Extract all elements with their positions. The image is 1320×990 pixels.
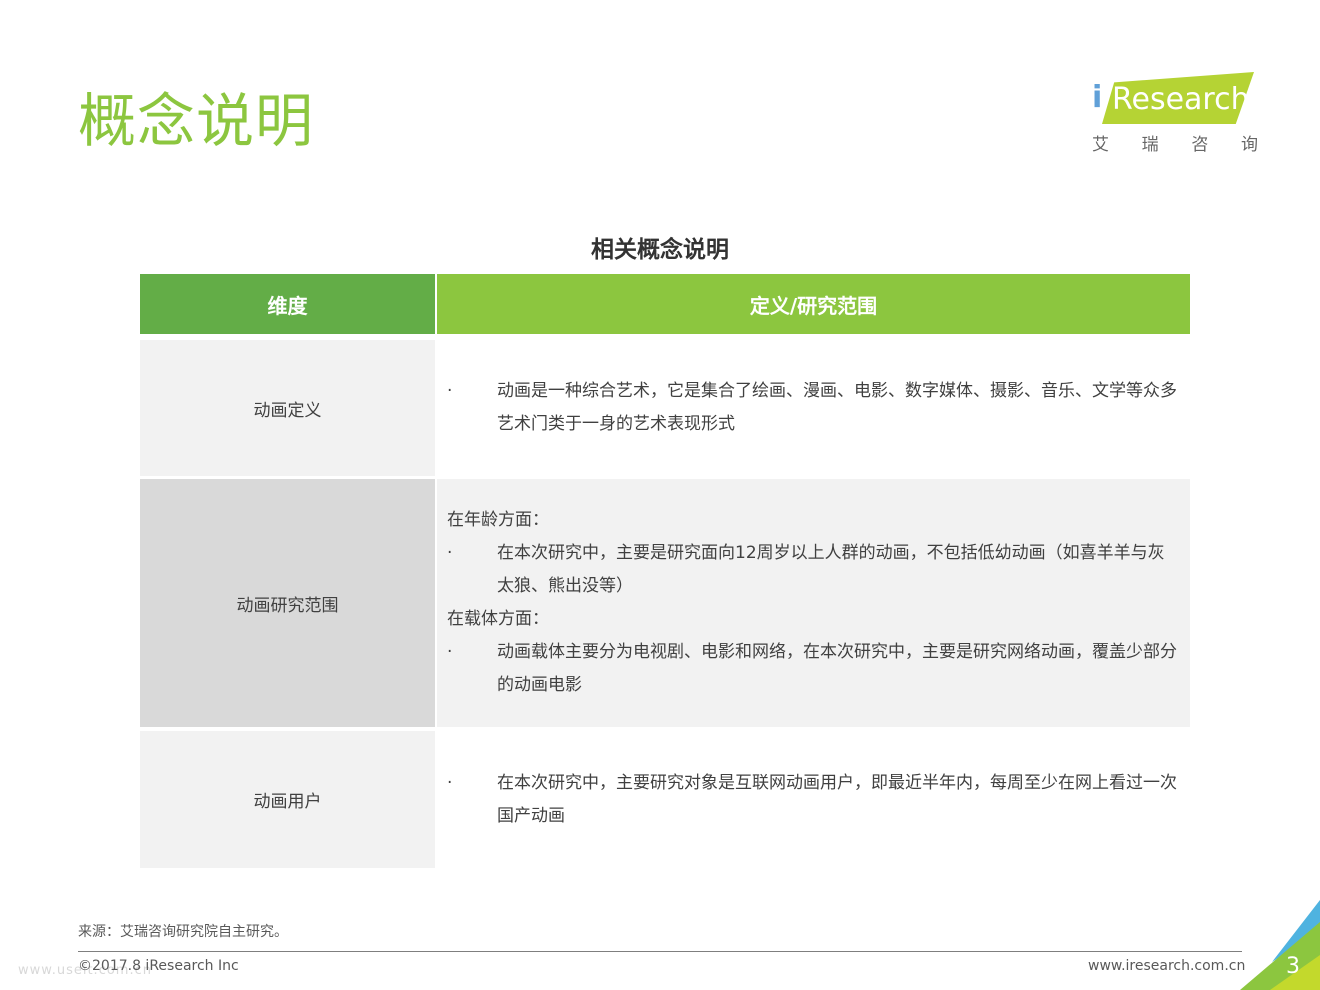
row-dimension: 动画研究范围: [140, 479, 435, 727]
website-url: www.iresearch.com.cn: [1088, 958, 1246, 974]
corner-decoration: [1240, 900, 1320, 990]
copyright: ©2017.8 iResearch Inc: [78, 958, 239, 974]
header-dimension: 维度: [140, 274, 435, 334]
row-definition: · 动画是一种综合艺术，它是集合了绘画、漫画、电影、数字媒体、摄影、音乐、文学等众…: [437, 340, 1190, 476]
page-number: 3: [1286, 954, 1300, 979]
source-note: 来源：艾瑞咨询研究院自主研究。: [78, 924, 288, 940]
iresearch-logo: i Research 艾瑞咨询: [1090, 70, 1260, 160]
page-title: 概念说明: [78, 87, 315, 155]
row-dimension: 动画用户: [140, 731, 435, 868]
row-definition: · 在本次研究中，主要研究对象是互联网动画用户，即最近半年内，每周至少在网上看过一…: [437, 731, 1190, 868]
row-definition: 在年龄方面： · 在本次研究中，主要是研究面向12周岁以上人群的动画，不包括低幼动…: [437, 479, 1190, 727]
row-dimension: 动画定义: [140, 340, 435, 476]
table-title: 相关概念说明: [591, 237, 729, 263]
footer-divider: [78, 951, 1242, 952]
header-definition: 定义/研究范围: [437, 274, 1190, 334]
